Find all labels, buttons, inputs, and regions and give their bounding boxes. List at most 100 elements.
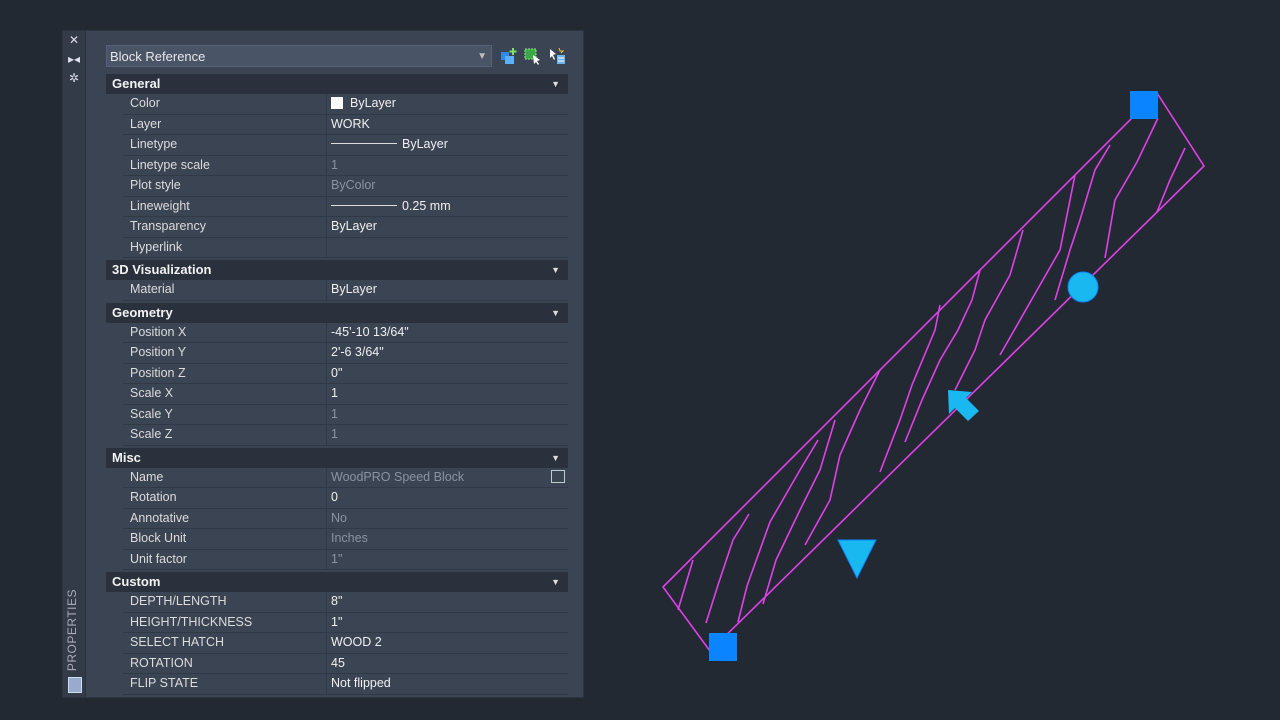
property-value[interactable]: ByLayer — [327, 135, 568, 155]
property-row[interactable]: Transparency ByLayer — [123, 217, 568, 238]
property-value[interactable]: 1 — [327, 425, 568, 445]
property-value[interactable]: No — [327, 509, 568, 529]
collapse-icon[interactable]: ▼ — [551, 74, 560, 94]
end-grip[interactable] — [709, 633, 737, 661]
property-value[interactable]: ByLayer — [327, 217, 568, 237]
property-label: Rotation — [123, 488, 327, 508]
property-row[interactable]: Lineweight 0.25 mm — [123, 196, 568, 217]
property-value[interactable] — [327, 238, 568, 258]
property-value[interactable]: WoodPRO Speed Block — [327, 468, 568, 488]
property-value-text: 0.25 mm — [402, 198, 451, 213]
property-label: Unit factor — [123, 549, 327, 569]
toggle-pickadd-icon[interactable] — [500, 47, 518, 65]
property-row[interactable]: Material ByLayer — [123, 280, 568, 301]
property-row[interactable]: Unit factor 1" — [123, 549, 568, 570]
settings-icon[interactable]: ✲ — [63, 69, 85, 88]
drawing-canvas[interactable] — [600, 0, 1280, 720]
line-preview — [331, 204, 397, 206]
object-type-value: Block Reference — [110, 49, 206, 64]
select-objects-icon[interactable] — [524, 47, 542, 65]
block-outline[interactable] — [661, 91, 1206, 653]
property-label: DEPTH/LENGTH — [123, 592, 327, 612]
property-row[interactable]: ROTATION 45 — [123, 653, 568, 674]
stretch-grip[interactable] — [1067, 271, 1099, 303]
palette-title-strip: ✕ ▸◂ ✲ PROPERTIES — [63, 31, 86, 697]
property-row[interactable]: Scale Y 1 — [123, 404, 568, 425]
property-value[interactable]: 1" — [327, 613, 568, 633]
property-row[interactable]: Linetype scale 1 — [123, 155, 568, 176]
flip-grip-triangle[interactable] — [837, 539, 877, 580]
property-label: HEIGHT/THICKNESS — [123, 612, 327, 632]
property-row[interactable]: FLIP STATE Not flipped — [123, 674, 568, 695]
collapse-icon[interactable]: ▼ — [551, 448, 560, 468]
property-value[interactable]: 8" — [327, 592, 568, 612]
category-label: General — [112, 76, 161, 91]
property-row[interactable]: Name WoodPRO Speed Block — [123, 467, 568, 488]
property-value[interactable]: 45 — [327, 654, 568, 674]
rotation-grip-arrow[interactable] — [948, 390, 979, 421]
property-row[interactable]: DEPTH/LENGTH 8" — [123, 592, 568, 613]
properties-icon[interactable] — [68, 677, 82, 693]
palette-title: PROPERTIES — [65, 588, 79, 671]
property-row[interactable]: Plot style ByColor — [123, 176, 568, 197]
property-row[interactable]: Position Z 0" — [123, 363, 568, 384]
property-value[interactable]: Not flipped — [327, 674, 568, 694]
category-label: 3D Visualization — [112, 262, 212, 277]
category-custom[interactable]: Custom ▼ — [106, 572, 568, 592]
category-3d-visualization[interactable]: 3D Visualization ▼ — [106, 260, 568, 280]
property-label: FLIP STATE — [123, 674, 327, 694]
block-editor-icon[interactable] — [551, 469, 565, 483]
quick-select-icon[interactable] — [548, 47, 566, 65]
base-point-grip[interactable] — [1130, 91, 1158, 119]
property-value[interactable]: 0.25 mm — [327, 197, 568, 217]
property-row[interactable]: Position Y 2'-6 3/64" — [123, 343, 568, 364]
object-type-dropdown[interactable]: Block Reference ▼ — [106, 45, 492, 67]
wood-hatch — [677, 117, 1186, 624]
color-swatch — [331, 97, 343, 109]
property-value-text: 1 — [331, 406, 338, 421]
category-geometry[interactable]: Geometry ▼ — [106, 302, 568, 323]
property-value[interactable]: WOOD 2 — [327, 633, 568, 653]
property-value-text: 0 — [331, 490, 338, 504]
property-value[interactable]: 1 — [327, 405, 568, 425]
property-row[interactable]: Color ByLayer — [123, 94, 568, 115]
property-row[interactable]: Rotation 0 — [123, 488, 568, 509]
property-value[interactable]: 1 — [327, 384, 568, 404]
property-value-text: ByColor — [331, 178, 376, 192]
property-value[interactable]: ByLayer — [327, 94, 568, 114]
property-row[interactable]: Hyperlink — [123, 237, 568, 258]
property-label: Position Y — [123, 343, 327, 363]
property-label: Linetype — [123, 135, 327, 155]
property-value[interactable]: ByLayer — [327, 280, 568, 300]
property-value[interactable]: 0" — [327, 364, 568, 384]
category-misc[interactable]: Misc ▼ — [106, 447, 568, 468]
property-value-text: 1" — [331, 551, 343, 566]
property-row[interactable]: Layer WORK — [123, 114, 568, 135]
autohide-icon[interactable]: ▸◂ — [63, 50, 85, 69]
property-value[interactable]: Inches — [327, 529, 568, 549]
property-row[interactable]: Block Unit Inches — [123, 529, 568, 550]
property-value[interactable]: 1" — [327, 550, 568, 570]
property-value-text: WOOD 2 — [331, 635, 382, 649]
category-general[interactable]: General ▼ — [106, 74, 568, 94]
property-row[interactable]: Annotative No — [123, 508, 568, 529]
property-row[interactable]: Position X -45'-10 13/64" — [123, 322, 568, 343]
property-value[interactable]: 2'-6 3/64" — [327, 343, 568, 363]
property-label: Name — [123, 467, 327, 487]
collapse-icon[interactable]: ▼ — [551, 303, 560, 323]
property-value-text: No — [331, 510, 347, 525]
property-row[interactable]: SELECT HATCH WOOD 2 — [123, 633, 568, 654]
property-value[interactable]: 1 — [327, 156, 568, 176]
close-icon[interactable]: ✕ — [63, 31, 85, 50]
property-row[interactable]: Linetype ByLayer — [123, 135, 568, 156]
property-value-text: 1 — [331, 427, 338, 441]
property-value[interactable]: WORK — [327, 115, 568, 135]
property-value[interactable]: 0 — [327, 488, 568, 508]
property-row[interactable]: Scale Z 1 — [123, 425, 568, 446]
property-value[interactable]: -45'-10 13/64" — [327, 323, 568, 343]
property-row[interactable]: Scale X 1 — [123, 384, 568, 405]
collapse-icon[interactable]: ▼ — [551, 260, 560, 280]
property-row[interactable]: HEIGHT/THICKNESS 1" — [123, 612, 568, 633]
property-value[interactable]: ByColor — [327, 176, 568, 196]
collapse-icon[interactable]: ▼ — [551, 572, 560, 592]
